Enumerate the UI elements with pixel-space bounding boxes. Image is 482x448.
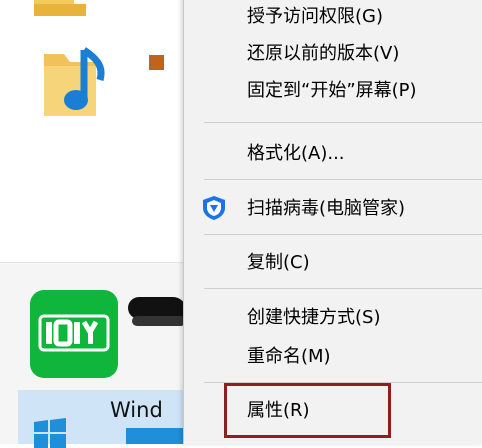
iqiyi-logo-icon bbox=[38, 314, 110, 352]
menu-item-grant-access[interactable]: 授予访问权限(G) bbox=[184, 0, 482, 34]
shield-icon bbox=[203, 196, 225, 220]
properties-highlight-box bbox=[224, 383, 391, 438]
context-menu: 授予访问权限(G) 还原以前的版本(V) 固定到“开始”屏幕(P) 格式化(A)… bbox=[183, 0, 482, 444]
menu-separator bbox=[204, 288, 482, 289]
music-folder-icon[interactable] bbox=[40, 40, 112, 120]
menu-item-label: 还原以前的版本(V) bbox=[247, 43, 400, 64]
menu-item-label: 格式化(A)... bbox=[247, 143, 345, 164]
folder-icon[interactable] bbox=[30, 0, 90, 16]
iqiyi-app-icon[interactable] bbox=[30, 290, 118, 378]
menu-separator bbox=[204, 122, 482, 123]
menu-item-label: 授予访问权限(G) bbox=[247, 6, 383, 27]
menu-item-pin-to-start[interactable]: 固定到“开始”屏幕(P) bbox=[184, 70, 482, 108]
menu-item-copy[interactable]: 复制(C) bbox=[184, 242, 482, 280]
menu-item-scan-virus[interactable]: 扫描病毒(电脑管家) bbox=[184, 188, 482, 226]
menu-item-label: 复制(C) bbox=[247, 252, 310, 273]
menu-item-format[interactable]: 格式化(A)... bbox=[184, 133, 482, 171]
menu-separator bbox=[204, 179, 482, 180]
menu-item-label: 扫描病毒(电脑管家) bbox=[247, 198, 406, 219]
menu-item-label: 重命名(M) bbox=[247, 346, 331, 367]
menu-item-restore-previous-versions[interactable]: 还原以前的版本(V) bbox=[184, 33, 482, 71]
menu-item-label: 创建快捷方式(S) bbox=[247, 307, 381, 328]
menu-item-rename[interactable]: 重命名(M) bbox=[184, 336, 482, 374]
menu-item-label: 固定到“开始”屏幕(P) bbox=[247, 80, 417, 101]
menu-item-create-shortcut[interactable]: 创建快捷方式(S) bbox=[184, 297, 482, 335]
app-tile-label: Wind bbox=[110, 398, 163, 422]
menu-separator bbox=[204, 234, 482, 235]
file-thumbnail bbox=[149, 55, 164, 70]
redacted-label bbox=[132, 316, 186, 326]
